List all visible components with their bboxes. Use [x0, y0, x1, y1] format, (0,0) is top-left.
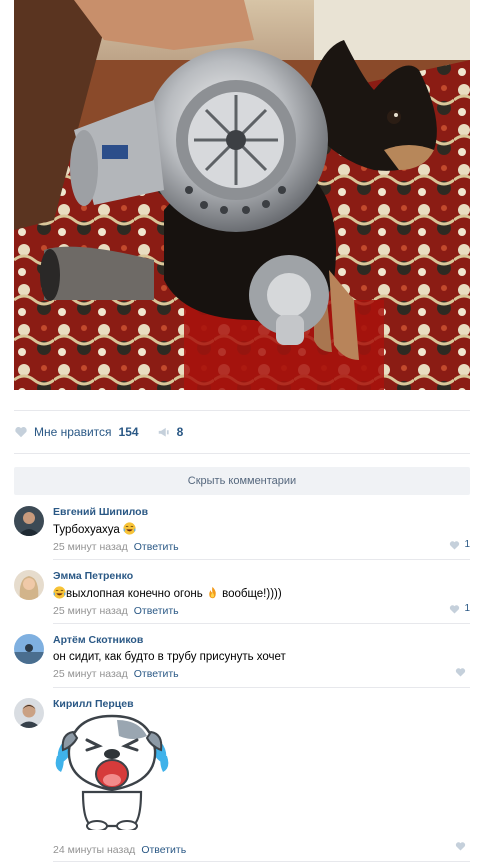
- comment-author[interactable]: Эмма Петренко: [53, 570, 470, 582]
- avatar-image: [14, 698, 44, 728]
- divider: [14, 453, 470, 454]
- heart-icon: [455, 668, 466, 677]
- tears-of-joy-emoji-icon: [53, 586, 66, 599]
- comment-like-button[interactable]: 1: [449, 603, 470, 614]
- avatar[interactable]: [14, 570, 44, 600]
- comment-text-before: выхлопная конечно огонь: [66, 588, 206, 600]
- comment-text-after: вообще!)))): [218, 588, 282, 600]
- reply-link[interactable]: Ответить: [134, 605, 179, 617]
- comment-time[interactable]: 25 минут назад: [53, 541, 128, 553]
- comment-meta: 25 минут назад Ответить: [53, 541, 470, 553]
- share-count: 8: [176, 425, 184, 439]
- comment-author[interactable]: Кирилл Перцев: [53, 698, 470, 710]
- dog-with-turbo-image: [14, 0, 470, 390]
- avatar-image: [14, 570, 44, 600]
- crying-dog-sticker[interactable]: [53, 712, 171, 830]
- comment-text: Турбохуахуа: [53, 522, 470, 537]
- fire-emoji-icon: [209, 586, 216, 599]
- heart-icon: [450, 604, 460, 614]
- comment-meta: 25 минут назад Ответить: [53, 668, 470, 680]
- post-photo[interactable]: [14, 0, 470, 390]
- share-button[interactable]: 8: [157, 425, 184, 439]
- comment-author[interactable]: Евгений Шипилов: [53, 506, 470, 518]
- comment: Эмма Петренко выхлопная конечно огонь во…: [14, 570, 470, 617]
- comment-time[interactable]: 25 минут назад: [53, 668, 128, 680]
- comment-like-button[interactable]: [455, 667, 470, 677]
- comment-time[interactable]: 24 минуты назад: [53, 844, 135, 856]
- divider: [53, 559, 470, 560]
- comment: Кирилл Перцев 24 минуты назад Ответить: [14, 698, 470, 856]
- like-button[interactable]: Мне нравится 154: [14, 425, 139, 439]
- comment-like-button[interactable]: 1: [449, 539, 470, 550]
- divider: [53, 623, 470, 624]
- reply-link[interactable]: Ответить: [134, 668, 179, 680]
- comment-like-count: 1: [464, 603, 470, 614]
- tears-of-joy-emoji-icon: [123, 522, 136, 535]
- comment: Артём Скотников он сидит, как будто в тр…: [14, 634, 470, 680]
- like-count: 154: [118, 425, 139, 439]
- megaphone-icon: [158, 427, 169, 437]
- comment-author[interactable]: Артём Скотников: [53, 634, 470, 646]
- comment-time[interactable]: 25 минут назад: [53, 605, 128, 617]
- heart-icon: [15, 427, 27, 438]
- avatar-image: [14, 634, 44, 664]
- heart-icon: [455, 842, 466, 851]
- comment-meta: 25 минут назад Ответить: [53, 605, 470, 617]
- comment-text: выхлопная конечно огонь вообще!)))): [53, 586, 470, 601]
- heart-icon: [450, 540, 460, 550]
- hide-comments-button[interactable]: Скрыть комментарии: [14, 467, 470, 495]
- comment-like-count: 1: [464, 539, 470, 550]
- comment-meta: 24 минуты назад Ответить: [53, 844, 186, 856]
- divider: [53, 687, 470, 688]
- post-actions: Мне нравится 154 8: [14, 422, 201, 442]
- avatar[interactable]: [14, 634, 44, 664]
- comment-text: он сидит, как будто в трубу присунуть хо…: [53, 651, 286, 663]
- comment-like-button[interactable]: [455, 841, 470, 851]
- avatar-image: [14, 506, 44, 536]
- comment: Евгений Шипилов Турбохуахуа 25 минут наз…: [14, 506, 470, 553]
- divider: [14, 410, 470, 411]
- divider: [53, 861, 470, 862]
- comment-text-content: Турбохуахуа: [53, 524, 120, 536]
- avatar[interactable]: [14, 506, 44, 536]
- reply-link[interactable]: Ответить: [141, 844, 186, 856]
- like-label: Мне нравится: [34, 425, 112, 439]
- avatar[interactable]: [14, 698, 44, 728]
- reply-link[interactable]: Ответить: [134, 541, 179, 553]
